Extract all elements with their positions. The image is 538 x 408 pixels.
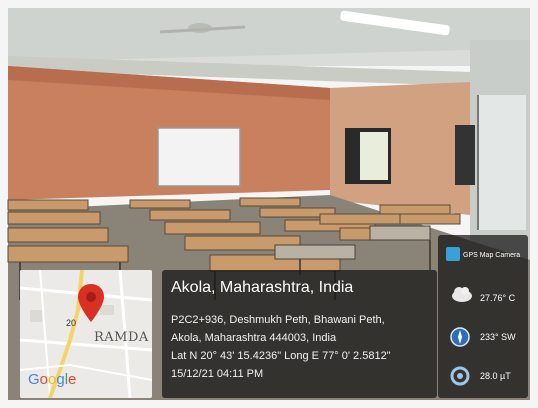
map-pin-icon — [78, 284, 104, 322]
timestamp: 15/12/21 04:11 PM — [171, 368, 264, 380]
place-title: Akola, Maharashtra, India — [171, 279, 354, 296]
magnet-icon — [450, 366, 470, 386]
route-shield-label: 20 — [66, 318, 77, 328]
app-logo-icon — [446, 247, 460, 261]
wind-value: 233° SW — [480, 332, 516, 342]
app-name: GPS Map Camera — [463, 252, 521, 259]
weather-cloud-icon — [452, 287, 472, 302]
address-line-2: Akola, Maharashtra 444003, India — [171, 332, 337, 344]
map-area-label: RAMDA — [94, 330, 149, 345]
coordinates: Lat N 20° 43' 15.4236" Long E 77° 0' 2.5… — [171, 350, 391, 362]
magnetic-value: 28.0 µT — [480, 371, 511, 381]
map-thumbnail: 20 RAMDA Google — [20, 270, 152, 398]
compass-icon — [450, 327, 470, 347]
address-line-1: P2C2+936, Deshmukh Peth, Bhawani Peth, — [171, 314, 385, 326]
google-logo: Google — [28, 371, 77, 388]
temperature-value: 27.76° C — [480, 293, 516, 303]
